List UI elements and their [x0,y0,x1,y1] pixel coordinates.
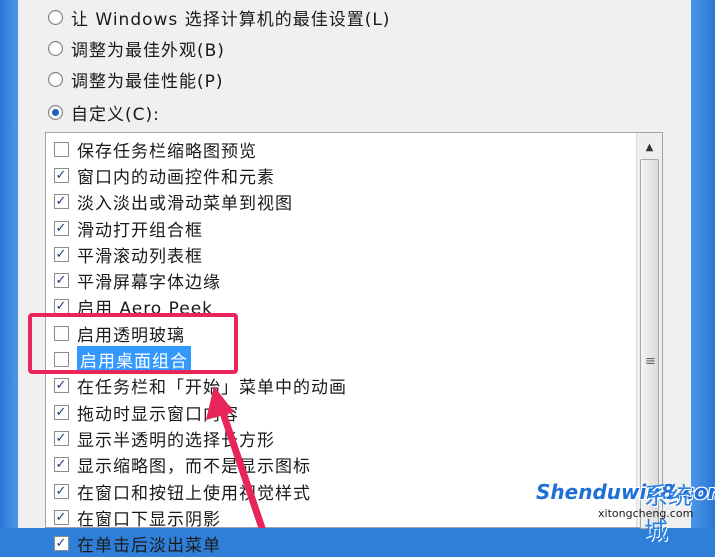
watermark-domain: xitongcheng.com [598,507,694,520]
checkbox-checked[interactable]: ✓ [54,536,69,552]
list-item-label: 在单击后淡出菜单 [77,536,221,557]
watermark: Shenduwin8.com 系统城 xitongcheng.com [536,480,715,545]
list-item[interactable]: ✓ 在单击后淡出菜单 [46,530,636,556]
annotation-arrow [206,386,266,528]
